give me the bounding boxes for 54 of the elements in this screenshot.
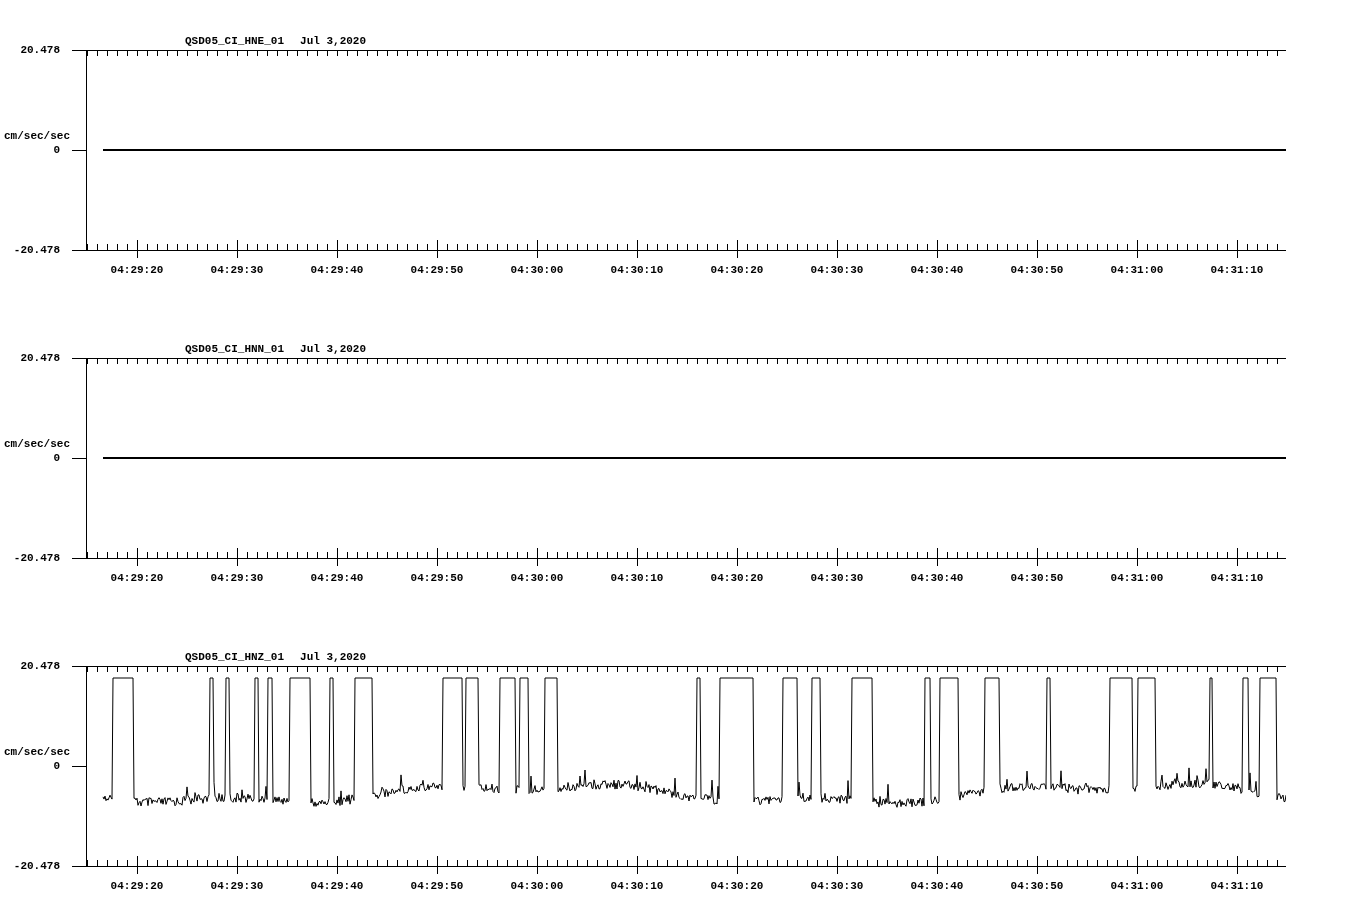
x-tick-label: 04:30:00 bbox=[510, 264, 564, 276]
x-tick-label: 04:31:00 bbox=[1110, 880, 1164, 892]
x-tick-label: 04:30:00 bbox=[510, 572, 564, 584]
date-label: Jul 3,2020 bbox=[300, 343, 367, 355]
x-tick-label: 04:30:10 bbox=[610, 264, 664, 276]
x-tick-label: 04:30:40 bbox=[910, 264, 964, 276]
x-tick-label: 04:31:00 bbox=[1110, 572, 1164, 584]
x-tick-label: 04:29:50 bbox=[410, 264, 464, 276]
x-tick-label: 04:29:50 bbox=[410, 572, 464, 584]
x-tick-label: 04:29:40 bbox=[310, 264, 364, 276]
y-tick-label: -20.478 bbox=[13, 243, 60, 257]
x-tick-label: 04:30:20 bbox=[710, 264, 764, 276]
x-tick-label: 04:31:10 bbox=[1210, 880, 1264, 892]
y-tick-label: -20.478 bbox=[13, 551, 60, 565]
y-tick-label: 0 bbox=[53, 759, 60, 773]
x-tick-label: 04:30:20 bbox=[710, 880, 764, 892]
x-tick-label: 04:30:10 bbox=[610, 880, 664, 892]
x-tick-label: 04:29:20 bbox=[110, 572, 164, 584]
x-tick-label: 04:30:10 bbox=[610, 572, 664, 584]
x-tick-label: 04:30:30 bbox=[810, 880, 864, 892]
x-tick-label: 04:30:50 bbox=[1010, 572, 1064, 584]
x-tick-label: 04:29:30 bbox=[210, 572, 264, 584]
channel-title: QSD05_CI_HNZ_01 bbox=[185, 651, 285, 663]
x-tick-label: 04:30:50 bbox=[1010, 264, 1064, 276]
x-tick-label: 04:29:30 bbox=[210, 264, 264, 276]
y-tick-label: -20.478 bbox=[13, 859, 60, 873]
y-tick-label: 20.478 bbox=[20, 659, 60, 673]
x-tick-label: 04:29:30 bbox=[210, 880, 264, 892]
y-tick-label: 20.478 bbox=[20, 43, 60, 57]
date-label: Jul 3,2020 bbox=[300, 651, 367, 663]
channel-title: QSD05_CI_HNN_01 bbox=[185, 343, 285, 355]
y-tick-label: 20.478 bbox=[20, 351, 60, 365]
x-tick-label: 04:30:40 bbox=[910, 880, 964, 892]
x-tick-label: 04:29:20 bbox=[110, 880, 164, 892]
y-axis-label: cm/sec/sec bbox=[4, 745, 70, 759]
y-axis-label: cm/sec/sec bbox=[4, 129, 70, 143]
x-tick-label: 04:30:30 bbox=[810, 572, 864, 584]
x-tick-label: 04:31:10 bbox=[1210, 264, 1264, 276]
x-tick-label: 04:31:10 bbox=[1210, 572, 1264, 584]
y-tick-label: 0 bbox=[53, 451, 60, 465]
x-tick-label: 04:29:50 bbox=[410, 880, 464, 892]
x-tick-label: 04:29:40 bbox=[310, 880, 364, 892]
x-tick-label: 04:30:30 bbox=[810, 264, 864, 276]
channel-title: QSD05_CI_HNE_01 bbox=[185, 35, 285, 47]
y-axis-label: cm/sec/sec bbox=[4, 437, 70, 451]
x-tick-label: 04:30:40 bbox=[910, 572, 964, 584]
x-tick-label: 04:29:40 bbox=[310, 572, 364, 584]
x-tick-label: 04:30:20 bbox=[710, 572, 764, 584]
x-tick-label: 04:30:50 bbox=[1010, 880, 1064, 892]
y-tick-label: 0 bbox=[53, 143, 60, 157]
x-tick-label: 04:30:00 bbox=[510, 880, 564, 892]
x-tick-label: 04:29:20 bbox=[110, 264, 164, 276]
x-tick-label: 04:31:00 bbox=[1110, 264, 1164, 276]
date-label: Jul 3,2020 bbox=[300, 35, 367, 47]
